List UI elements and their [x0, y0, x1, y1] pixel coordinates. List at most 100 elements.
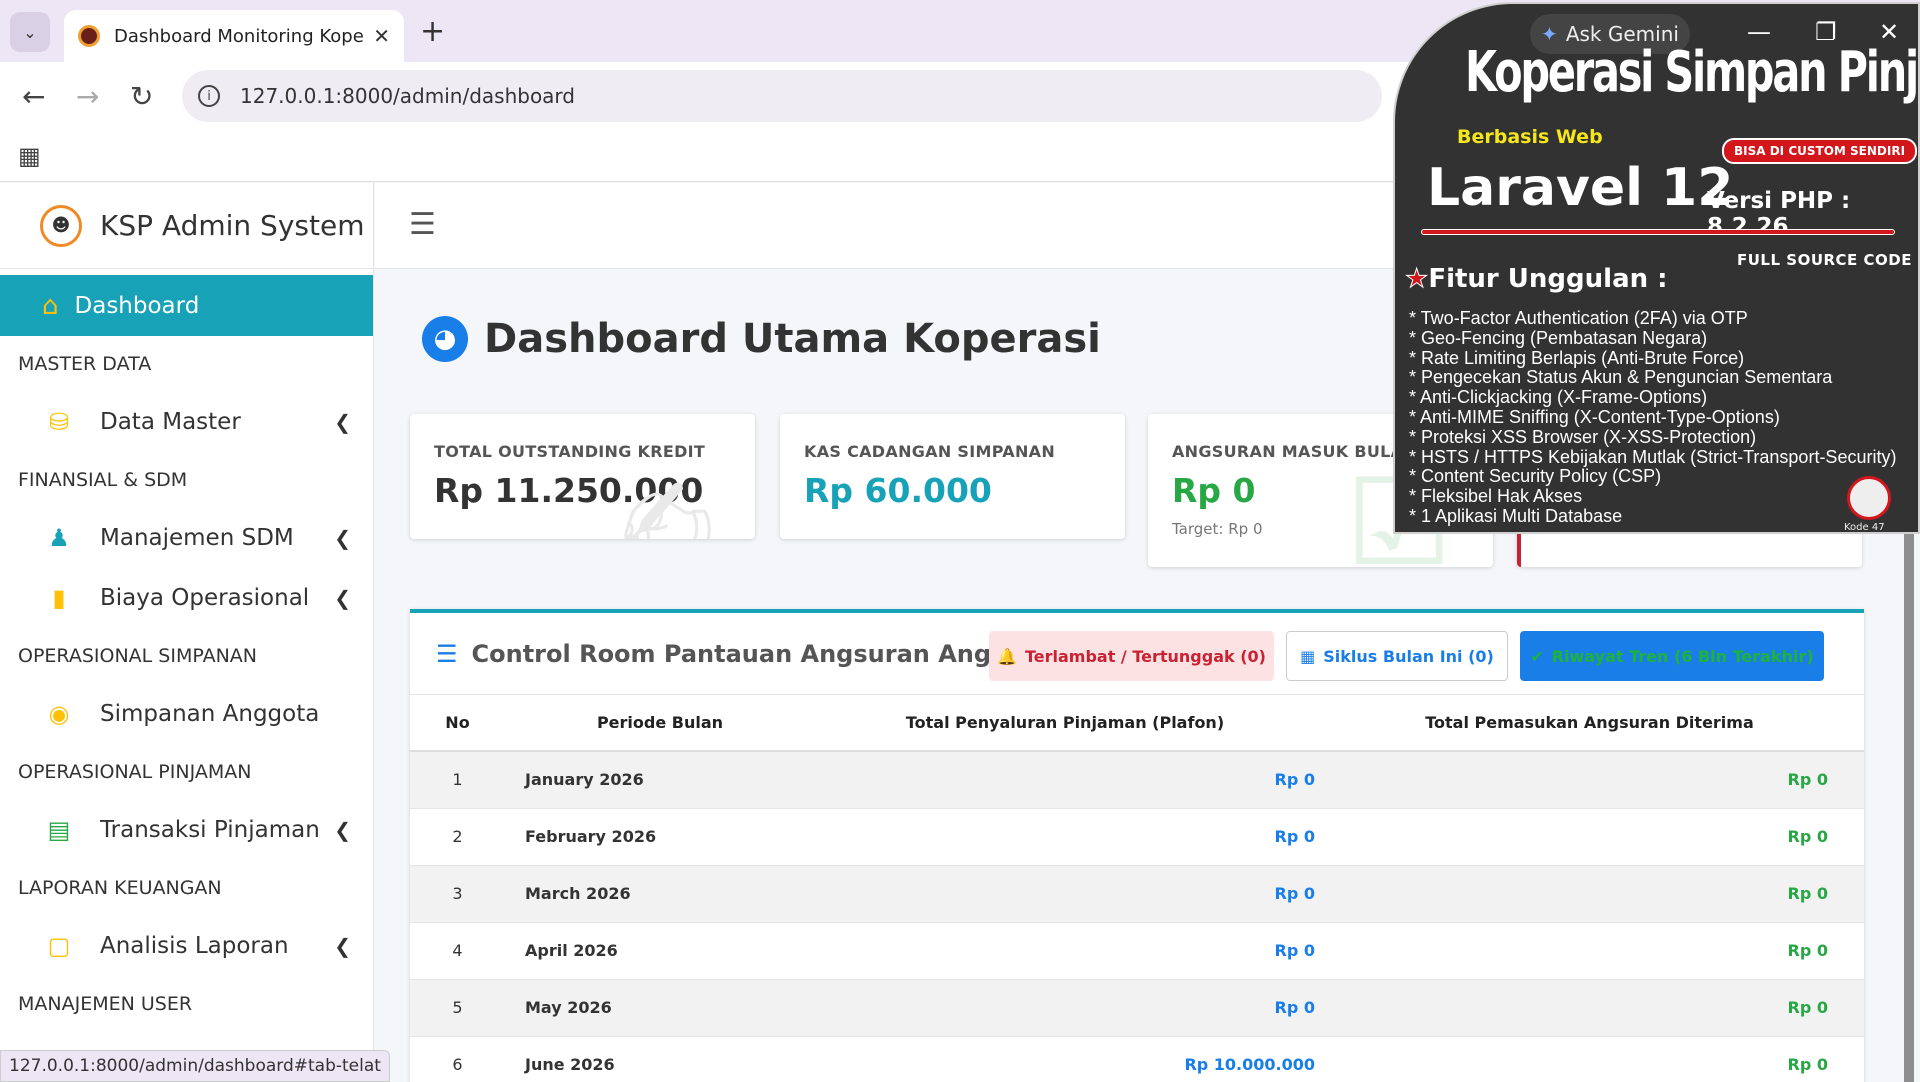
- site-info-icon[interactable]: i: [198, 85, 220, 107]
- tab-terlambat[interactable]: 🔔 Terlambat / Tertunggak (0): [989, 631, 1274, 681]
- favicon-icon: [78, 25, 100, 47]
- file-icon: ▢: [47, 932, 71, 960]
- hamburger-menu-icon[interactable]: ☰: [409, 207, 436, 242]
- menu-header-user: MANAJEMEN USER: [18, 993, 193, 1015]
- bell-icon: 🔔: [997, 646, 1017, 666]
- sidebar-item-dashboard[interactable]: ⌂ Dashboard: [0, 275, 373, 336]
- sidebar-item-biaya[interactable]: ▮ Biaya Operasional ❮: [0, 568, 373, 628]
- tab-search-button[interactable]: ⌄: [10, 12, 50, 52]
- promo-framework: Laravel 12: [1427, 158, 1734, 218]
- new-tab-button[interactable]: +: [420, 14, 445, 49]
- tab-siklus[interactable]: ▦ Siklus Bulan Ini (0): [1286, 631, 1508, 681]
- menu-header-laporan: LAPORAN KEUANGAN: [18, 877, 222, 899]
- feature-item: * HSTS / HTTPS Kebijakan Mutlak (Strict-…: [1409, 446, 1897, 467]
- url-text: 127.0.0.1:8000/admin/dashboard: [240, 84, 575, 108]
- menu-header-pinjaman: OPERASIONAL PINJAMAN: [18, 761, 252, 783]
- promo-subtitle: Berbasis Web: [1457, 126, 1603, 148]
- page-title: ◕ Dashboard Utama Koperasi: [422, 316, 1101, 362]
- cell-period: April 2026: [505, 922, 815, 980]
- table-row: 2 February 2026 Rp 0 Rp 0: [410, 808, 1864, 866]
- promo-features-list: * Two-Factor Authentication (2FA) via OT…: [1409, 308, 1897, 527]
- calendar-icon: ▦: [1300, 646, 1316, 666]
- control-room-panel: ☰ Control Room Pantauan Angsuran Anggota…: [410, 609, 1864, 1082]
- col-plafon: Total Penyaluran Pinjaman (Plafon): [815, 695, 1315, 752]
- table-row: 1 January 2026 Rp 0 Rp 0: [410, 751, 1864, 809]
- cell-period: January 2026: [505, 751, 815, 809]
- cell-no: 4: [410, 922, 505, 980]
- sidebar-item-label: Dashboard: [74, 292, 200, 319]
- cell-angsuran: Rp 0: [1315, 865, 1864, 923]
- cell-plafon: Rp 10.000.000: [815, 1036, 1315, 1082]
- tab-label: Riwayat Tren (6 Bln Terakhir): [1551, 646, 1814, 666]
- col-no: No: [410, 695, 505, 752]
- sidebar-item-data-master[interactable]: ⛁ Data Master ❮: [0, 392, 373, 452]
- user-tie-icon: ♟: [48, 524, 70, 552]
- cell-angsuran: Rp 0: [1315, 751, 1864, 809]
- promo-divider: [1421, 229, 1895, 235]
- database-icon: ⛁: [48, 408, 70, 436]
- sidebar-item-label: Manajemen SDM: [100, 525, 294, 551]
- promo-badge: BISA DI CUSTOM SENDIRI: [1722, 138, 1918, 164]
- angsuran-table: No Periode Bulan Total Penyaluran Pinjam…: [410, 695, 1864, 1082]
- apps-grid-icon[interactable]: ▦: [18, 142, 41, 170]
- brand-text: KSP Admin System: [100, 209, 365, 242]
- feature-item: * Geo-Fencing (Pembatasan Negara): [1409, 327, 1708, 348]
- link-status-bar: 127.0.0.1:8000/admin/dashboard#tab-telat: [0, 1050, 390, 1082]
- sidebar-item-label: Analisis Laporan: [100, 933, 289, 959]
- feature-item: * 1 Aplikasi Multi Database: [1409, 505, 1623, 526]
- tab-label: Siklus Bulan Ini (0): [1323, 646, 1494, 666]
- feature-item: * Proteksi XSS Browser (X-XSS-Protection…: [1409, 426, 1757, 447]
- sidebar-item-sdm[interactable]: ♟ Manajemen SDM ❮: [0, 508, 373, 568]
- chevron-left-icon: ❮: [334, 526, 351, 550]
- col-angsuran: Total Pemasukan Angsuran Diterima: [1315, 695, 1864, 752]
- check-circle-icon: ✔: [1530, 646, 1544, 666]
- tab-title: Dashboard Monitoring Koperasi: [114, 25, 364, 47]
- chevron-down-icon: ⌄: [23, 22, 37, 42]
- address-bar[interactable]: i 127.0.0.1:8000/admin/dashboard: [182, 70, 1382, 122]
- card-label: KAS CADANGAN SIMPANAN: [804, 442, 1056, 461]
- table-row: 5 May 2026 Rp 0 Rp 0: [410, 979, 1864, 1037]
- sidebar-item-laporan[interactable]: ▢ Analisis Laporan ❮: [0, 916, 373, 976]
- cell-no: 5: [410, 979, 505, 1037]
- promo-source: FULL SOURCE CODE: [1737, 251, 1912, 269]
- cell-plafon: Rp 0: [815, 922, 1315, 980]
- home-icon: ⌂: [42, 290, 59, 321]
- close-tab-icon[interactable]: ✕: [373, 24, 390, 48]
- cell-no: 3: [410, 865, 505, 923]
- sidebar-item-label: Biaya Operasional: [100, 585, 310, 611]
- sidebar-item-pinjaman[interactable]: ▤ Transaksi Pinjaman ❮: [0, 800, 373, 860]
- cell-period: March 2026: [505, 865, 815, 923]
- table-row: 6 June 2026 Rp 10.000.000 Rp 0: [410, 1036, 1864, 1082]
- sidebar-item-label: Data Master: [100, 409, 241, 435]
- feature-item: * Pengecekan Status Akun & Penguncian Se…: [1409, 367, 1833, 388]
- cell-angsuran: Rp 0: [1315, 979, 1864, 1037]
- tab-riwayat[interactable]: ✔ Riwayat Tren (6 Bln Terakhir): [1520, 631, 1824, 681]
- chevron-left-icon: ❮: [334, 818, 351, 842]
- back-icon[interactable]: ←: [22, 80, 45, 113]
- piggy-bank-icon: ◉: [48, 700, 70, 728]
- cell-plafon: Rp 0: [815, 808, 1315, 866]
- promo-overlay: ✦ Ask Gemini — ❐ ✕ Koperasi Simpan Pinja…: [1393, 2, 1920, 534]
- cell-no: 1: [410, 751, 505, 809]
- chevron-left-icon: ❮: [334, 586, 351, 610]
- cell-period: February 2026: [505, 808, 815, 866]
- feature-item: * Anti-Clickjacking (X-Frame-Options): [1409, 387, 1708, 408]
- kode-label: Kode 47: [1844, 522, 1885, 533]
- invoice-icon: ▤: [47, 816, 71, 844]
- wallet-icon: ▮: [52, 584, 66, 612]
- table-row: 4 April 2026 Rp 0 Rp 0: [410, 922, 1864, 980]
- reload-icon[interactable]: ↻: [130, 80, 153, 113]
- cell-no: 2: [410, 808, 505, 866]
- hand-money-icon: ✍: [614, 454, 715, 539]
- page-title-text: Dashboard Utama Koperasi: [484, 316, 1101, 362]
- sidebar-item-simpanan[interactable]: ◉ Simpanan Anggota: [0, 684, 373, 744]
- forward-icon[interactable]: →: [76, 80, 99, 113]
- browser-tab[interactable]: Dashboard Monitoring Koperasi ✕: [64, 10, 404, 62]
- cell-plafon: Rp 0: [815, 865, 1315, 923]
- kode-badge-icon: [1847, 476, 1891, 520]
- brand[interactable]: ☻ KSP Admin System: [0, 183, 373, 269]
- stat-card-outstanding: ✍ TOTAL OUTSTANDING KREDIT Rp 11.250.000: [410, 414, 755, 539]
- sidebar: ☻ KSP Admin System ⌂ Dashboard MASTER DA…: [0, 183, 374, 1082]
- feature-item: * Two-Factor Authentication (2FA) via OT…: [1409, 308, 1748, 328]
- cell-angsuran: Rp 0: [1315, 1036, 1864, 1082]
